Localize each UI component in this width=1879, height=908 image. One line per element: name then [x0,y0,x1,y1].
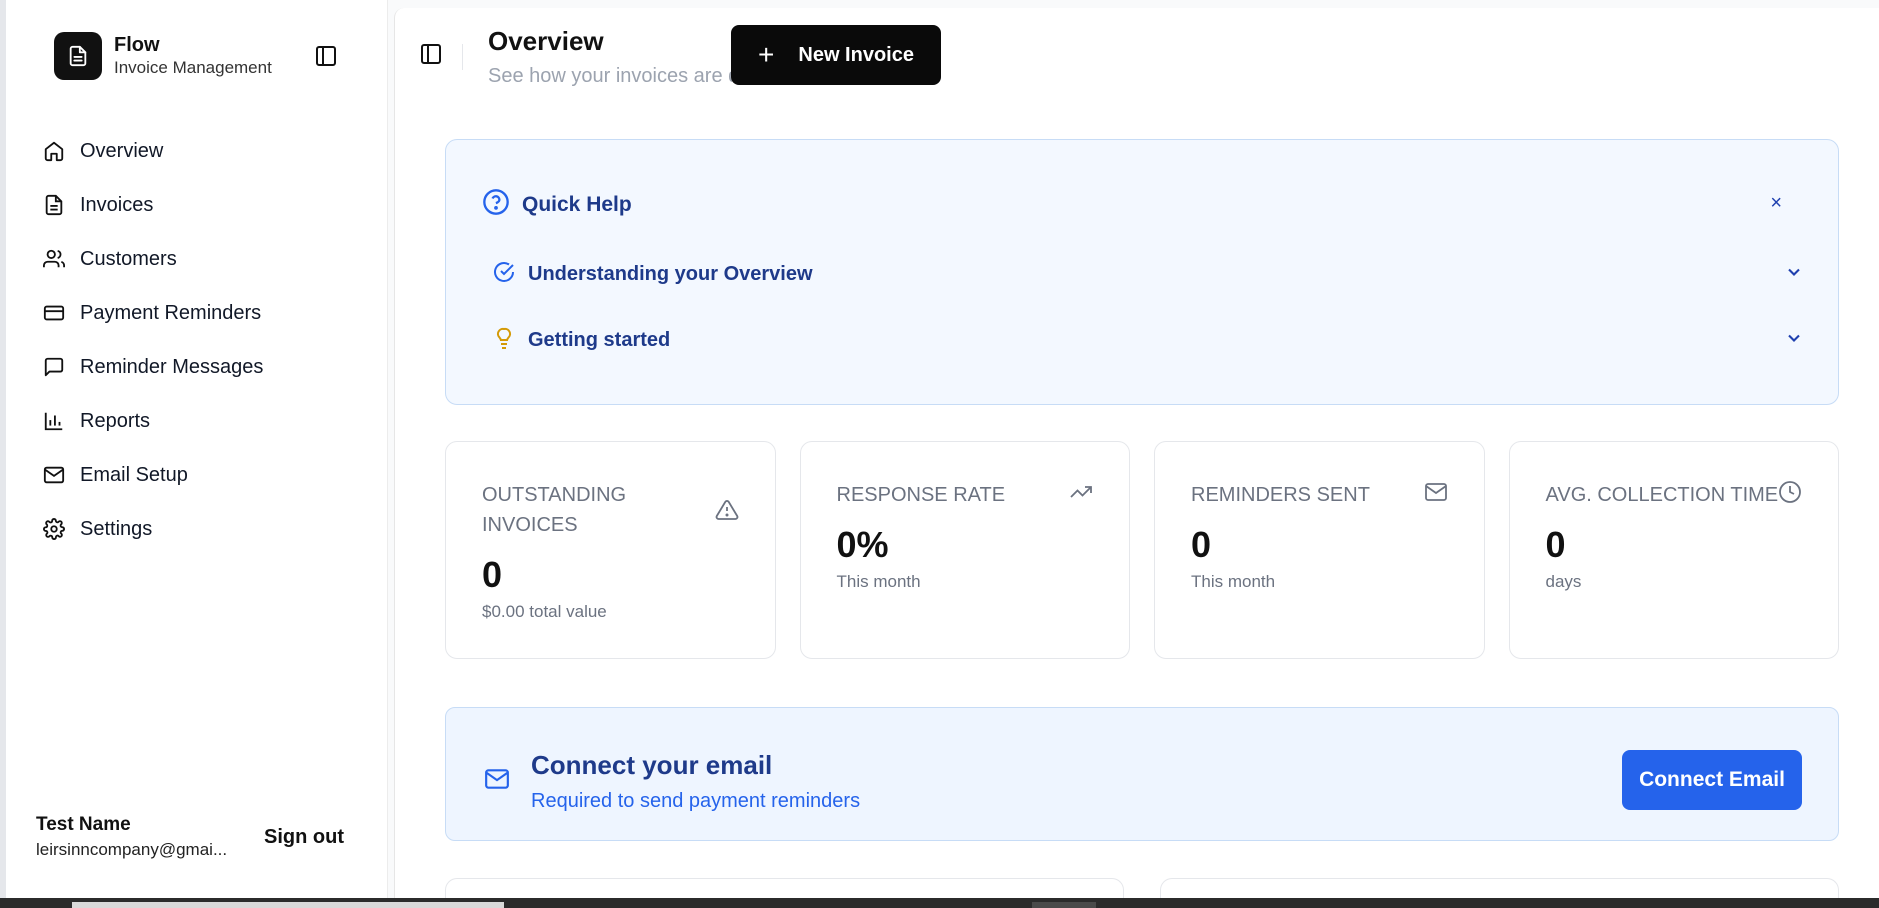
connect-email-button[interactable]: Connect Email [1622,750,1802,810]
stat-card-response-rate: RESPONSE RATE 0% This month [799,441,1130,659]
sidebar-nav: Overview Invoices Customers Payment Remi… [42,124,362,556]
close-icon[interactable]: × [1770,192,1782,215]
lightbulb-icon [492,326,516,355]
brand-name: Flow [114,34,160,56]
stat-value: 0 [1191,524,1212,565]
stat-label: REMINDERS SENT [1191,484,1370,506]
stat-value: 0 [1545,524,1566,565]
mail-icon [1424,480,1448,509]
help-item-understanding-overview[interactable]: Understanding your Overview [492,260,1804,289]
mail-icon [482,766,512,797]
brand: Flow Invoice Management [54,32,272,80]
sidebar-collapse-icon[interactable] [314,44,338,68]
quick-help-title: Quick Help [522,192,632,216]
chevron-down-icon [1784,328,1804,353]
stat-label: OUTSTANDING INVOICES [482,484,627,536]
file-text-icon [42,193,66,217]
connect-email-subtitle: Required to send payment reminders [531,790,861,812]
sidebar: Flow Invoice Management Overview Invoice… [6,0,388,898]
divider [462,44,463,70]
sidebar-item-email-setup[interactable]: Email Setup [42,448,362,502]
help-item-label: Getting started [528,329,671,351]
check-circle-icon [492,260,516,289]
stat-label: AVG. COLLECTION TIME [1545,484,1779,506]
app-window: Flow Invoice Management Overview Invoice… [6,0,1879,908]
sidebar-item-overview[interactable]: Overview [42,124,362,178]
alert-triangle-icon [715,498,739,527]
sidebar-item-reports[interactable]: Reports [42,394,362,448]
sidebar-item-label: Customers [80,247,177,270]
sidebar-item-label: Invoices [80,193,154,216]
credit-card-icon [42,301,66,325]
file-text-icon [54,32,102,80]
gear-icon [42,517,66,541]
page-title: Overview [488,26,604,56]
sign-out-button[interactable]: Sign out [264,826,344,849]
stat-card-outstanding-invoices: OUTSTANDING INVOICES 0 $0.00 total value [445,441,776,659]
main-content: Overview See how your invoices are doing… [394,8,1879,908]
mail-icon [42,463,66,487]
stat-card-avg-collection-time: AVG. COLLECTION TIME 0 days [1508,441,1839,659]
stat-caption: days [1545,572,1582,591]
connect-email-title: Connect your email [531,750,773,780]
stat-caption: $0.00 total value [482,602,607,621]
sidebar-item-label: Email Setup [80,463,188,486]
sidebar-item-settings[interactable]: Settings [42,502,362,556]
taskbar-segment [72,902,504,908]
help-item-label: Understanding your Overview [528,263,813,285]
plus-icon: + [758,39,775,70]
sidebar-item-label: Reports [80,409,151,432]
page-subtitle: See how your invoices are doing [488,65,732,87]
stat-caption: This month [836,572,921,591]
sidebar-item-label: Reminder Messages [80,355,264,378]
brand-subtitle: Invoice Management [114,58,272,77]
taskbar-strip [0,898,1879,908]
message-square-icon [42,355,66,379]
bar-chart-icon [42,409,66,433]
stat-card-reminders-sent: REMINDERS SENT 0 This month [1154,441,1485,659]
sidebar-toggle-icon[interactable] [419,42,443,66]
new-invoice-label: New Invoice [798,43,914,66]
chevron-down-icon [1784,262,1804,287]
new-invoice-button[interactable]: + New Invoice [731,25,941,85]
sidebar-item-invoices[interactable]: Invoices [42,178,362,232]
sidebar-item-label: Payment Reminders [80,301,262,324]
sidebar-item-customers[interactable]: Customers [42,232,362,286]
sidebar-item-label: Overview [80,139,164,162]
clock-icon [1778,480,1802,509]
sidebar-item-payment-reminders[interactable]: Payment Reminders [42,286,362,340]
sidebar-item-label: Settings [80,517,153,540]
help-item-getting-started[interactable]: Getting started [492,326,1804,355]
stat-value: 0% [836,524,889,565]
home-icon [42,139,66,163]
connect-email-banner: Connect your email Required to send paym… [445,707,1839,841]
sidebar-item-reminder-messages[interactable]: Reminder Messages [42,340,362,394]
taskbar-segment [1032,902,1096,908]
stats-row: OUTSTANDING INVOICES 0 $0.00 total value… [445,441,1839,659]
users-icon [42,247,66,271]
stat-value: 0 [482,554,503,595]
trending-up-icon [1069,480,1093,509]
quick-help-panel: Quick Help × Understanding your Overview… [445,139,1839,405]
stat-caption: This month [1191,572,1276,591]
help-circle-icon [482,188,510,221]
quick-help-header: Quick Help [482,188,632,221]
stat-label: RESPONSE RATE [836,484,1006,506]
